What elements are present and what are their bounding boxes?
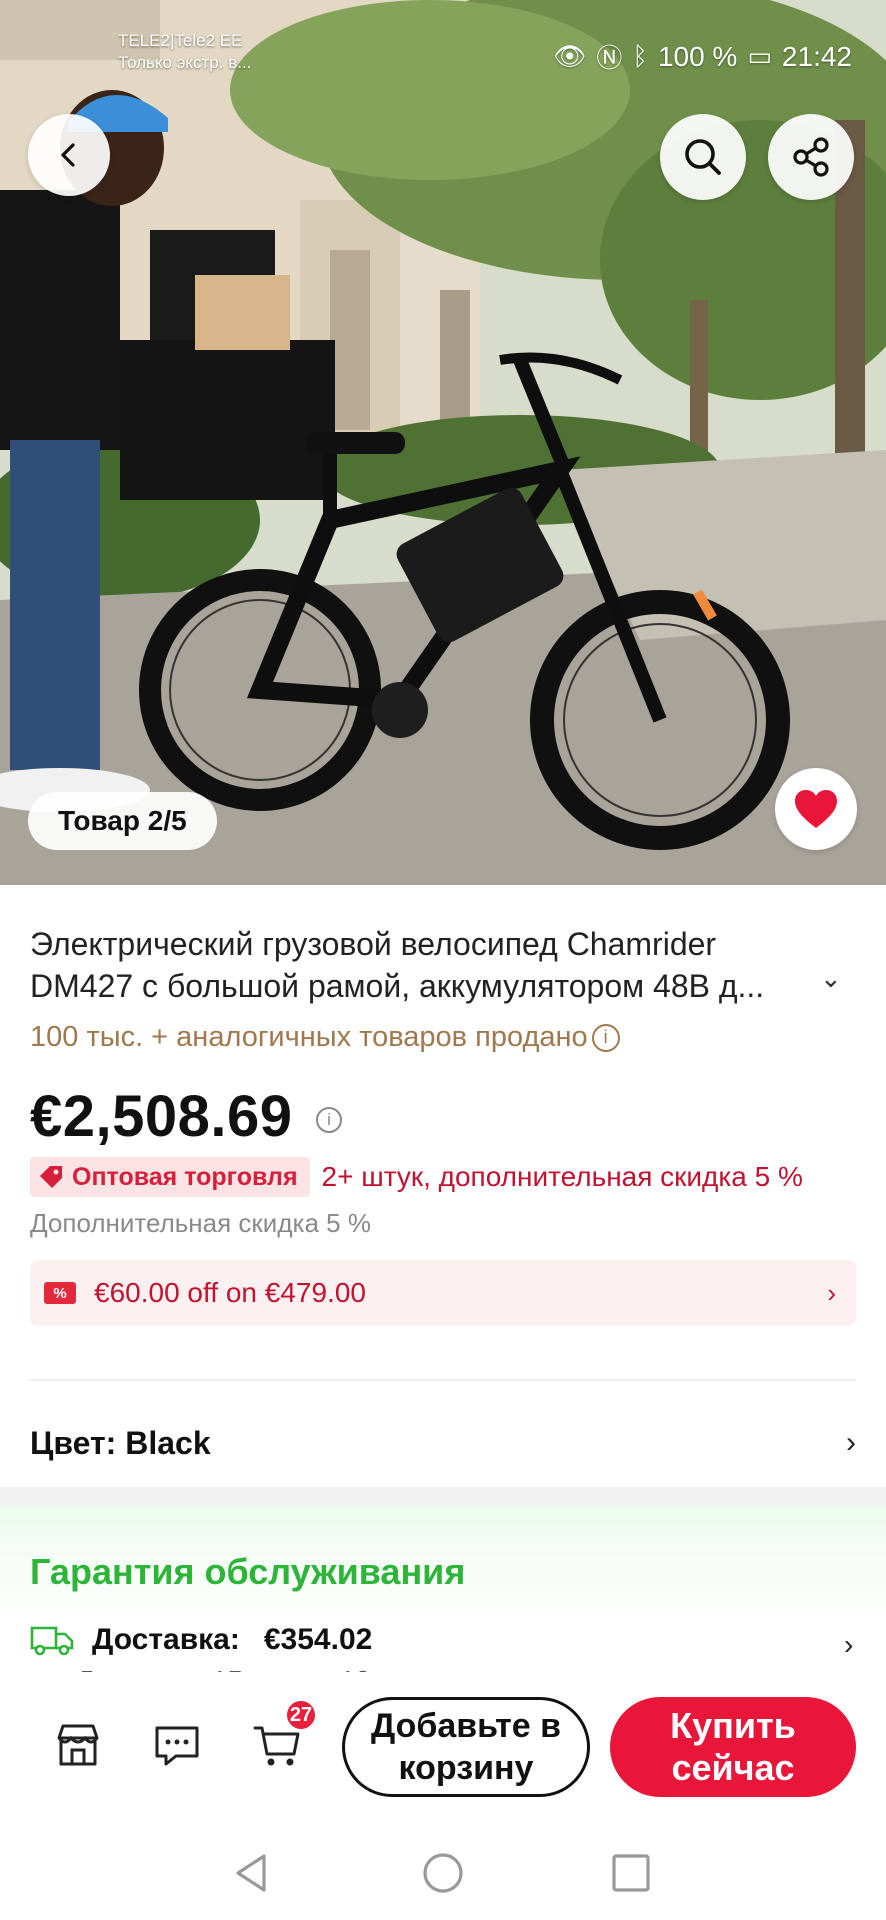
- search-icon: [685, 139, 721, 175]
- carrier-name: TELE2|Tele2 EE: [118, 31, 243, 50]
- message-icon[interactable]: [152, 1720, 202, 1770]
- truck-icon: [30, 1626, 74, 1656]
- system-nav-bar: [0, 1820, 886, 1920]
- service-title: Гарантия обслуживания: [30, 1551, 466, 1592]
- chevron-right-icon: ›: [844, 1629, 854, 1660]
- nav-back-icon[interactable]: [228, 1848, 278, 1898]
- sold-count: 100 тыс. + аналогичных товаров продано i: [30, 1021, 620, 1054]
- section-separator: [0, 1487, 886, 1505]
- delivery-price: €354.02: [263, 1623, 373, 1656]
- status-indicators: 👁 Ⓝ ᛒ 100 % ▭ 21:42: [553, 38, 852, 75]
- product-title-line2: DM427 с большой рамой, аккумулятором 48В…: [30, 968, 765, 1004]
- color-selector[interactable]: Цвет: Black ›: [30, 1403, 856, 1483]
- service-guarantee-section[interactable]: Гарантия обслуживания Доставка: €354.02 …: [0, 1505, 886, 1677]
- product-image: [0, 0, 886, 885]
- nav-home-icon[interactable]: [418, 1848, 468, 1898]
- delivery-label: Доставка:: [92, 1623, 240, 1656]
- status-notice: Только экстр. в...: [118, 53, 252, 72]
- back-arrow-icon: [61, 143, 75, 167]
- share-button[interactable]: [768, 114, 854, 200]
- sold-count-text: 100 тыс. + аналогичных товаров продано: [30, 1021, 588, 1053]
- back-button[interactable]: [28, 114, 110, 196]
- store-icon[interactable]: [53, 1720, 103, 1770]
- clock: 21:42: [781, 40, 852, 72]
- delivery-row[interactable]: Доставка: €354.02: [30, 1623, 372, 1657]
- tag-icon: [40, 1166, 62, 1188]
- bottom-action-bar: 27 Добавьте в корзину Купить сейчас: [0, 1672, 886, 1820]
- nav-recent-apps-icon[interactable]: [606, 1848, 656, 1898]
- divider: [30, 1379, 856, 1381]
- wishlist-button[interactable]: [775, 768, 857, 850]
- battery-icon: ▭: [747, 41, 772, 71]
- wholesale-badge: Оптовая торговля: [30, 1157, 310, 1197]
- bluetooth-icon: ᛒ: [632, 41, 648, 71]
- wholesale-badge-label: Оптовая торговля: [72, 1162, 298, 1191]
- nfc-icon: Ⓝ: [596, 43, 623, 73]
- product-title[interactable]: Электрический грузовой велосипед Chamrid…: [30, 923, 820, 1007]
- coupon-banner[interactable]: % €60.00 off on €479.00 ›: [30, 1260, 856, 1326]
- price-info-icon[interactable]: i: [316, 1107, 342, 1133]
- wholesale-row: Оптовая торговля 2+ штук, дополнительная…: [30, 1157, 803, 1197]
- coupon-text: €60.00 off on €479.00: [94, 1277, 366, 1308]
- coupon-icon: %: [44, 1282, 76, 1304]
- status-bar: TELE2|Tele2 EE Только экстр. в... 👁 Ⓝ ᛒ …: [0, 0, 886, 100]
- search-button[interactable]: [660, 114, 746, 200]
- share-icon: [793, 137, 829, 177]
- add-to-cart-button[interactable]: Добавьте в корзину: [342, 1697, 590, 1797]
- status-carrier: TELE2|Tele2 EE Только экстр. в...: [118, 30, 251, 74]
- eye-icon: 👁: [553, 41, 587, 71]
- heart-icon: [795, 790, 837, 828]
- expand-title-chevron-icon[interactable]: ⌄: [820, 963, 842, 994]
- wholesale-text: 2+ штук, дополнительная скидка 5 %: [321, 1161, 803, 1192]
- battery-percent: 100 %: [657, 40, 738, 72]
- cart-count-badge: 27: [285, 1699, 317, 1731]
- buy-now-button[interactable]: Купить сейчас: [610, 1697, 856, 1797]
- product-price: €2,508.69: [30, 1084, 293, 1149]
- chevron-right-icon: ›: [827, 1277, 836, 1308]
- product-title-line1: Электрический грузовой велосипед Chamrid…: [30, 926, 717, 962]
- product-gallery[interactable]: TELE2|Tele2 EE Только экстр. в... 👁 Ⓝ ᛒ …: [0, 0, 886, 885]
- extra-discount: Дополнительная скидка 5 %: [30, 1208, 371, 1238]
- color-label: Цвет: Black: [30, 1424, 211, 1461]
- info-icon[interactable]: i: [591, 1023, 620, 1052]
- chevron-right-icon: ›: [846, 1426, 856, 1459]
- gallery-counter: Товар 2/5: [28, 792, 217, 850]
